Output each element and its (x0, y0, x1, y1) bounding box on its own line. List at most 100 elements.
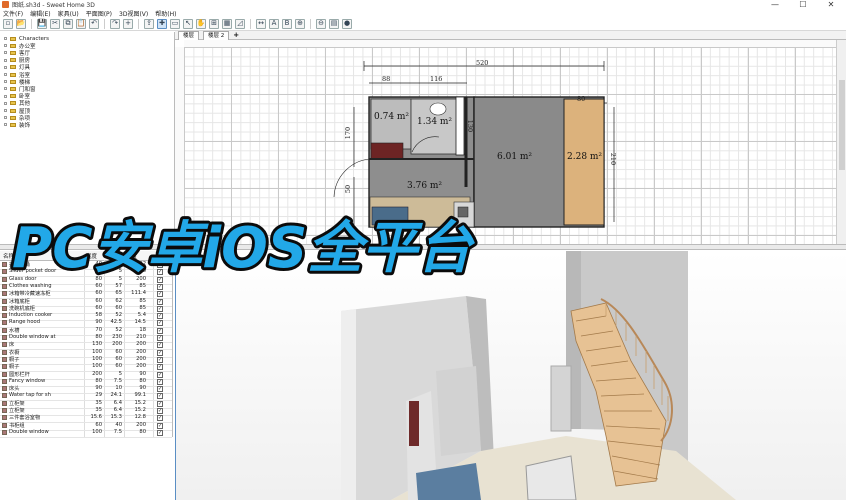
help-icon[interactable]: ● (342, 18, 352, 29)
expand-icon[interactable] (4, 65, 7, 69)
furniture-height: 200 (136, 341, 146, 348)
expand-icon[interactable] (4, 58, 7, 62)
paste-icon[interactable]: 📋 (76, 18, 86, 29)
plan-vertical-scrollbar[interactable] (836, 40, 846, 244)
undo-icon[interactable]: ↶ (89, 18, 99, 29)
visible-checkbox[interactable]: ✓ (157, 386, 163, 393)
visible-checkbox[interactable]: ✓ (157, 371, 163, 378)
maximize-button[interactable]: ☐ (789, 0, 817, 9)
dim-total-width: 520 (476, 59, 489, 67)
visible-checkbox[interactable]: ✓ (157, 422, 163, 429)
create-video-icon[interactable]: ▤ (329, 18, 339, 29)
furniture-width: 100 (92, 355, 102, 362)
zoom-out-icon[interactable]: B (282, 18, 292, 29)
expand-icon[interactable] (4, 116, 7, 120)
toolbar-separator (310, 18, 311, 29)
furniture-width: 100 (92, 348, 102, 355)
cut-icon[interactable]: ✂ (50, 18, 60, 29)
furniture-icon (2, 320, 7, 326)
furniture-width: 100 (92, 428, 102, 435)
folder-icon (10, 36, 16, 41)
furniture-depth: 5 (118, 370, 122, 377)
visible-checkbox[interactable]: ✓ (157, 298, 163, 305)
new-icon[interactable]: ▫ (3, 18, 13, 29)
import-background-icon[interactable]: ⊕ (295, 18, 305, 29)
room-area-1[interactable]: 0.74 m² (374, 112, 409, 122)
expand-icon[interactable] (4, 101, 7, 105)
add-level-button[interactable]: + (233, 31, 239, 39)
copy-icon[interactable]: ⧉ (63, 18, 73, 29)
visible-checkbox[interactable]: ✓ (157, 313, 163, 320)
visible-checkbox[interactable]: ✓ (157, 393, 163, 400)
furniture-icon (2, 298, 7, 304)
room-area-5[interactable]: 3.76 m² (407, 181, 442, 191)
visible-checkbox[interactable]: ✓ (157, 335, 163, 341)
furniture-name: Water tap for sh (9, 392, 51, 399)
furniture-width: 58 (95, 312, 102, 319)
zoom-in-icon[interactable]: A (269, 18, 279, 29)
create-labels-icon[interactable]: ◿ (235, 18, 245, 29)
expand-icon[interactable] (4, 80, 7, 84)
import-icon[interactable]: ⇪ (144, 18, 154, 29)
add-furniture-icon[interactable]: + (123, 18, 133, 29)
text-style-icon[interactable]: ↔ (256, 18, 266, 29)
create-photo-icon[interactable]: ⊖ (316, 18, 326, 29)
furniture-width: 80 (95, 334, 102, 340)
furniture-name: 橱子 (9, 364, 20, 371)
furniture-height: 80 (139, 428, 146, 435)
expand-icon[interactable] (4, 94, 7, 98)
furniture-width: 130 (92, 341, 102, 348)
visible-checkbox[interactable]: ✓ (157, 364, 163, 371)
pan-icon[interactable]: ▭ (170, 18, 180, 29)
visible-checkbox[interactable]: ✓ (157, 305, 163, 312)
visible-checkbox[interactable]: ✓ (157, 327, 163, 334)
minimize-button[interactable]: — (761, 0, 789, 9)
room-area-2[interactable]: 1.34 m² (417, 117, 452, 127)
furniture-width: 15.6 (90, 414, 102, 421)
visible-checkbox[interactable]: ✓ (157, 342, 163, 349)
furniture-width: 29 (95, 392, 102, 399)
expand-icon[interactable] (4, 37, 7, 40)
furniture-icon (2, 283, 7, 289)
room-area-3[interactable]: 6.01 m² (497, 152, 532, 162)
expand-icon[interactable] (4, 44, 7, 48)
furniture-name: 立柜架 (9, 408, 25, 414)
furniture-icon (2, 386, 7, 392)
toolbar-separator (31, 18, 32, 29)
create-walls-icon[interactable]: ↖ (183, 18, 193, 29)
visible-checkbox[interactable]: ✓ (157, 400, 163, 407)
select-icon[interactable]: ✚ (157, 18, 167, 29)
open-icon[interactable]: 📂 (16, 18, 26, 29)
create-polylines-icon[interactable]: ⊞ (209, 18, 219, 29)
folder-icon (10, 72, 16, 77)
redo-icon[interactable]: ↷ (110, 18, 120, 29)
furniture-height: 12.8 (134, 414, 146, 421)
furniture-width: 60 (95, 297, 102, 304)
catalog-category[interactable]: 装饰 (4, 121, 30, 129)
folder-icon (10, 101, 16, 106)
expand-icon[interactable] (4, 87, 7, 91)
toolbar: ▫ 📂 💾 ✂ ⧉ 📋 ↶ ↷ + ⇪ ✚ ▭ ↖ ✋ ⊞ ▦ ◿ ↔ A B ⊕ ⊖ ▤ ● (0, 17, 846, 31)
expand-icon[interactable] (4, 73, 7, 76)
visible-checkbox[interactable]: ✓ (157, 349, 163, 356)
expand-icon[interactable] (4, 123, 7, 127)
close-button[interactable]: ✕ (817, 0, 845, 9)
visible-checkbox[interactable]: ✓ (157, 356, 163, 363)
furniture-height: 200 (136, 363, 146, 370)
dim-right-v: 210 (609, 152, 618, 166)
tab-level-1[interactable]: 楼层 (178, 30, 200, 40)
furniture-row[interactable]: Double window 100 7.5 80 ✓ (0, 429, 172, 438)
expand-icon[interactable] (4, 51, 7, 55)
create-rooms-icon[interactable]: ✋ (196, 18, 206, 29)
create-dimensions-icon[interactable]: ▦ (222, 18, 232, 29)
tab-level-2[interactable]: 楼层 2 (203, 30, 230, 40)
room-area-4[interactable]: 2.28 m² (567, 152, 602, 162)
visible-checkbox[interactable]: ✓ (157, 378, 163, 385)
folder-icon (10, 58, 16, 63)
visible-checkbox[interactable]: ✓ (157, 415, 163, 422)
visible-checkbox[interactable]: ✓ (157, 320, 163, 327)
visible-checkbox[interactable]: ✓ (157, 429, 163, 436)
visible-checkbox[interactable]: ✓ (157, 408, 163, 414)
expand-icon[interactable] (4, 109, 7, 112)
save-icon[interactable]: 💾 (37, 18, 47, 29)
